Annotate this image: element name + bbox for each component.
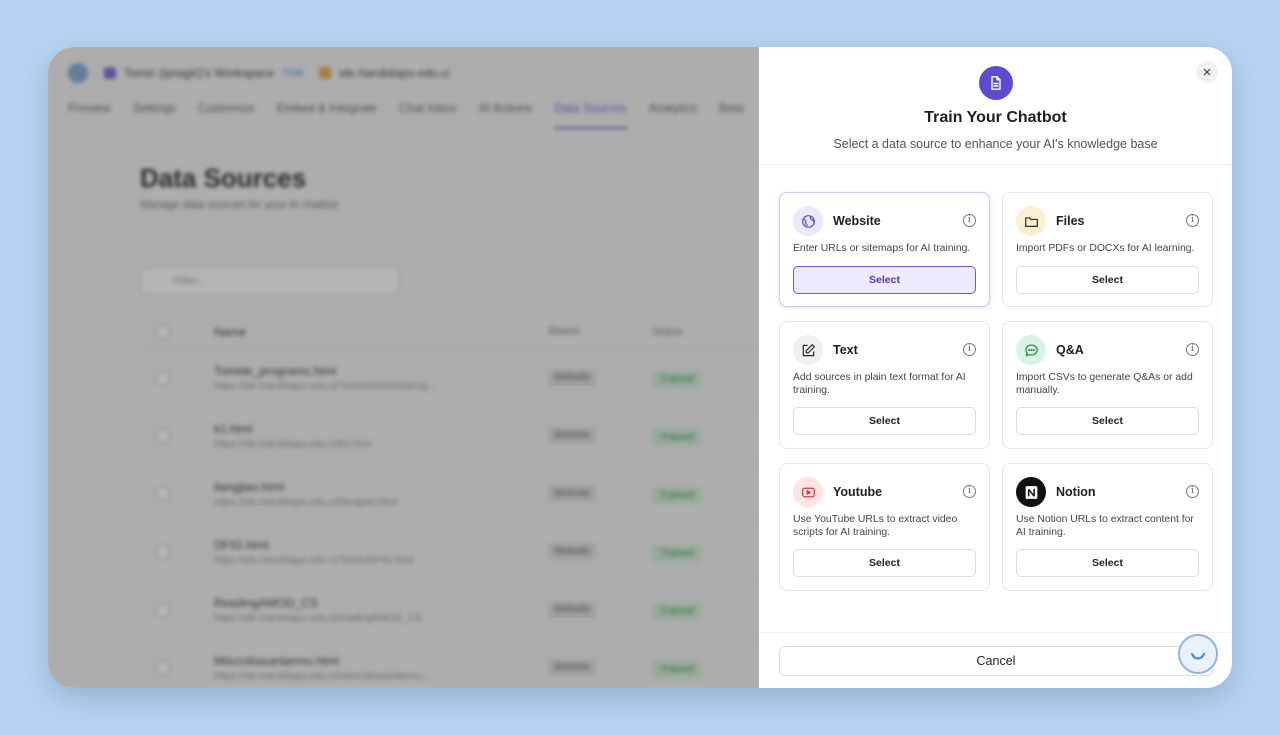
close-icon: × [1202,63,1212,81]
folder-icon [1016,206,1046,236]
info-icon[interactable]: i [963,343,976,356]
card-title: Notion [1056,485,1096,499]
close-button[interactable]: × [1196,61,1218,83]
card-description: Enter URLs or sitemaps for AI training. [793,243,971,254]
source-card-youtube[interactable]: Youtube i Use YouTube URLs to extract vi… [779,463,990,591]
select-files-button[interactable]: Select [1016,266,1199,294]
card-description: Add sources in plain text format for AI … [793,372,966,396]
select-website-button[interactable]: Select [793,266,976,294]
chat-bubble-icon [1016,335,1046,365]
select-text-button[interactable]: Select [793,407,976,435]
info-icon[interactable]: i [963,485,976,498]
source-card-text[interactable]: Text i Add sources in plain text format … [779,321,990,449]
card-description: Import PDFs or DOCXs for AI learning. [1016,243,1195,254]
card-title: Youtube [833,485,883,499]
document-icon [979,66,1013,100]
app-window: Tomić (Ipragić)'s Workspace Trial ide.ha… [48,47,1232,688]
card-description: Use Notion URLs to extract content for A… [1016,514,1194,538]
card-description: Use YouTube URLs to extract video script… [793,514,958,538]
source-card-notion[interactable]: Notion i Use Notion URLs to extract cont… [1002,463,1213,591]
card-description: Import CSVs to generate Q&As or add manu… [1016,372,1193,396]
notion-icon [1016,477,1046,507]
card-title: Text [833,343,858,357]
info-icon[interactable]: i [1186,214,1199,227]
source-card-website[interactable]: Website i Enter URLs or sitemaps for AI … [779,192,990,307]
info-icon[interactable]: i [963,214,976,227]
select-qa-button[interactable]: Select [1016,407,1199,435]
card-title: Q&A [1056,343,1084,357]
source-card-files[interactable]: Files i Import PDFs or DOCXs for AI lear… [1002,192,1213,307]
pencil-icon [793,335,823,365]
select-notion-button[interactable]: Select [1016,549,1199,577]
chat-widget-icon [1190,652,1206,660]
train-chatbot-panel: Train Your Chatbot Select a data source … [759,47,1232,688]
card-title: Website [833,214,881,228]
source-card-qa[interactable]: Q&A i Import CSVs to generate Q&As or ad… [1002,321,1213,449]
globe-icon [793,206,823,236]
youtube-icon [793,477,823,507]
panel-footer: Cancel [759,632,1232,688]
panel-header: Train Your Chatbot Select a data source … [759,47,1232,165]
select-youtube-button[interactable]: Select [793,549,976,577]
card-title: Files [1056,214,1085,228]
panel-title: Train Your Chatbot [924,109,1067,126]
info-icon[interactable]: i [1186,485,1199,498]
info-icon[interactable]: i [1186,343,1199,356]
cancel-button[interactable]: Cancel [779,646,1213,676]
modal-backdrop[interactable] [48,47,759,688]
panel-subtitle: Select a data source to enhance your AI'… [833,137,1158,151]
chat-widget-button[interactable] [1178,634,1218,674]
